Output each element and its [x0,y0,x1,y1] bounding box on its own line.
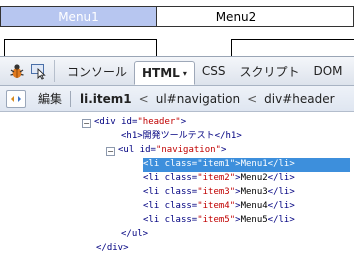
crumb-separator: < [247,91,258,106]
tab-dom-label: DOM [313,64,343,78]
crumb-separator: < [138,91,149,106]
tag-text: <li [143,159,160,170]
page-box-outline [4,39,157,57]
tag-text: > [220,145,227,156]
tag-text: <li [143,187,160,198]
tag-text: > [180,117,187,128]
page-nav-menu1[interactable]: Menu1 [0,6,157,27]
tag-text: </li> [267,159,295,170]
attr-name: class= [159,187,198,198]
tag-text: </li> [267,187,295,198]
tab-dom[interactable]: DOM [307,60,350,82]
tab-html-label: HTML [142,66,180,80]
collapse-icon[interactable]: − [82,118,91,128]
tree-node-li-item1[interactable]: <li class= "item1" > Menu1 </li> [143,158,350,172]
page-nav-menu2[interactable]: Menu2 [157,6,354,27]
page-nav-menu2-label: Menu2 [215,9,257,24]
tag-text: <div [94,117,116,128]
attr-value: "item5" [197,215,236,226]
attr-name: class= [159,159,198,170]
node-text: Menu1 [240,159,268,170]
tab-script[interactable]: スクリプト [232,60,306,82]
node-text: Menu2 [240,173,268,184]
attr-value: "item4" [197,201,236,212]
tab-css-label: CSS [201,64,226,78]
tag-text: <li [143,215,160,226]
firebug-bug-icon[interactable] [6,60,28,82]
html-tree-panel: − <div id= "header" > <h1>開発ツールテスト</h1> − … [0,112,354,264]
tree-node-li-item3[interactable]: <li class= "item3" > Menu3 </li> [143,186,295,200]
attr-name: class= [159,173,198,184]
attr-name: class= [159,215,198,226]
tag-text: </li> [267,173,295,184]
tab-html[interactable]: HTML ▾ [134,61,195,85]
attr-value: "item1" [197,159,236,170]
tag-text: </li> [267,201,295,212]
crumb-ul-navigation[interactable]: ul#navigation [156,92,240,106]
tag-text: </div> [96,243,129,254]
page-nav-menu1-label: Menu1 [58,9,99,24]
page-preview: Menu1 Menu2 [0,0,354,57]
collapse-icon[interactable]: − [106,146,115,156]
tag-text: <li [143,201,160,212]
attr-value: "navigation" [155,145,221,156]
expand-toggle-icon[interactable] [6,89,26,108]
tree-node-li-item4[interactable]: <li class= "item4" > Menu4 </li> [143,200,295,214]
attr-value: "item2" [197,173,236,184]
tab-css[interactable]: CSS [195,60,233,82]
attr-value: "item3" [197,187,236,198]
page-box-outline [231,39,354,57]
edit-button[interactable]: 編集 [38,90,62,107]
tree-node-div-close[interactable]: </div> [96,242,129,256]
crumb-div-header[interactable]: div#header [264,92,334,106]
inspect-element-icon[interactable] [28,60,50,82]
toolbar-separator [54,60,55,82]
node-text: Menu4 [240,201,268,212]
tree-node-div-header[interactable]: − <div id= "header" > [82,116,186,130]
tree-node-li-item2[interactable]: <li class= "item2" > Menu2 </li> [143,172,295,186]
attr-name: id= [134,145,156,156]
breadcrumb: 編集 li.item1 < ul#navigation < div#header [0,86,354,112]
node-text: Menu5 [240,215,268,226]
tab-script-label: スクリプト [239,64,300,79]
devtools-toolbar: コンソール HTML ▾ CSS スクリプト DOM [0,56,354,86]
attr-name: class= [159,201,198,212]
tree-node-h1[interactable]: <h1>開発ツールテスト</h1> [121,130,242,144]
page-navigation: Menu1 Menu2 [0,6,354,27]
crumb-li-item1[interactable]: li.item1 [80,92,132,106]
tab-console-label: コンソール [67,64,128,79]
tag-text: <h1>開発ツールテスト</h1> [121,131,242,142]
node-text: Menu3 [240,187,268,198]
tag-text: <ul [118,145,135,156]
toolbar-separator [70,90,72,107]
tree-node-li-item5[interactable]: <li class= "item5" > Menu5 </li> [143,214,295,228]
chevron-down-icon[interactable]: ▾ [183,69,187,78]
tag-text: <li [143,173,160,184]
tag-text: </li> [267,215,295,226]
tree-node-ul-navigation[interactable]: − <ul id= "navigation" > [106,144,226,158]
attr-value: "header" [137,117,181,128]
tab-console[interactable]: コンソール [60,60,134,82]
tree-node-ul-close[interactable]: </ul> [121,228,148,242]
tag-text: </ul> [121,229,149,240]
attr-name: id= [115,117,138,128]
